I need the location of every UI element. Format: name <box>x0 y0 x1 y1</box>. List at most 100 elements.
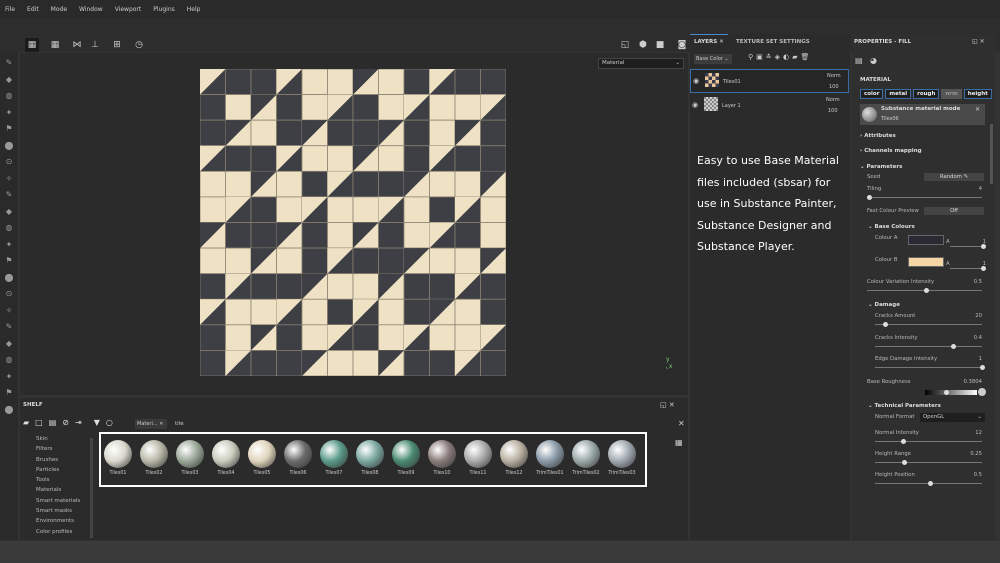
opacity[interactable]: 100 <box>829 84 839 90</box>
fast-preview-toggle[interactable]: Off <box>924 207 984 215</box>
grid-icon[interactable]: ▦ <box>25 38 39 52</box>
section-damage[interactable]: ⌄ Damage <box>868 302 900 308</box>
shelf-category[interactable]: Materials <box>36 487 80 497</box>
tool-icon[interactable]: ⊙ <box>4 289 14 299</box>
menu-window[interactable]: Window <box>79 6 103 13</box>
menu-file[interactable]: File <box>5 6 15 13</box>
calendar-icon[interactable]: ▤ <box>49 418 57 427</box>
material-item[interactable]: Tiles03 <box>175 440 205 476</box>
section-parameters[interactable]: ⌄ Parameters <box>860 164 902 170</box>
shelf-category[interactable]: Color profiles <box>36 529 80 539</box>
tool-icon[interactable]: ◆ <box>4 75 14 85</box>
shelf-category[interactable]: Smart masks <box>36 508 80 518</box>
camera-icon[interactable]: ■ <box>653 38 667 52</box>
colour_a-swatch[interactable] <box>908 235 944 245</box>
material-item[interactable]: Tiles06 <box>283 440 313 476</box>
filter-icon[interactable]: ▼ <box>94 418 100 427</box>
material-item[interactable]: Tiles04 <box>211 440 241 476</box>
normal-format-select[interactable]: OpenGL ⌄ <box>920 413 985 422</box>
tool-icon[interactable]: ◍ <box>4 355 14 365</box>
shelf-category[interactable]: Tools <box>36 477 80 487</box>
slider-knob[interactable] <box>883 322 889 327</box>
align-icon[interactable]: ⊥ <box>88 38 102 52</box>
slider-knob[interactable] <box>927 481 933 486</box>
layer-row[interactable]: ◉ Layer 1 Norm 100 <box>690 94 849 118</box>
viewport-display-select[interactable]: Material ⌄ <box>598 58 684 69</box>
material-item[interactable]: Tiles01 <box>103 440 133 476</box>
blend-mode[interactable]: Norm <box>826 97 840 103</box>
menu-mode[interactable]: Mode <box>51 6 67 13</box>
panel-controls[interactable]: ◱ ✕ <box>972 38 985 45</box>
section-base_colours[interactable]: ⌄ Base Colours <box>868 224 915 230</box>
tool-icon[interactable]: ✧ <box>4 174 14 184</box>
material-item[interactable]: TrimTiles02 <box>571 440 601 476</box>
colour_variation-slider[interactable] <box>867 288 982 293</box>
height_range-slider[interactable] <box>875 460 982 465</box>
tool-icon[interactable]: ⚑ <box>4 256 14 266</box>
filter-tab[interactable]: Materi... ✕ <box>135 419 167 429</box>
colour_b-alpha-slider[interactable] <box>950 266 986 271</box>
seed-random-button[interactable]: Random ✎ <box>924 173 984 181</box>
tool-icon[interactable]: ◍ <box>4 223 14 233</box>
tool-icon[interactable]: ✎ <box>4 190 14 200</box>
tool-icon[interactable]: ⊙ <box>4 157 14 167</box>
material-tab-icon[interactable]: ◕ <box>870 56 877 65</box>
cracks_intensity-slider[interactable] <box>875 344 982 349</box>
shelf-category[interactable]: Skin <box>36 436 80 446</box>
tiling-slider[interactable] <box>867 195 982 200</box>
tool-icon[interactable]: ✦ <box>4 372 14 382</box>
base-roughness-slider[interactable] <box>925 390 977 395</box>
menu-plugins[interactable]: Plugins <box>153 6 175 13</box>
shelf-category[interactable]: Smart materials <box>36 498 80 508</box>
menu-edit[interactable]: Edit <box>27 6 39 13</box>
shelf-category[interactable]: Particles <box>36 467 80 477</box>
material-item[interactable]: Tiles12 <box>499 440 529 476</box>
tab-layers[interactable]: LAYERS <box>694 39 717 45</box>
refresh-icon[interactable]: ○ <box>106 418 113 427</box>
shelf-category[interactable]: Filters <box>36 446 80 456</box>
shelf-search-input[interactable]: tile <box>175 421 184 427</box>
settings-tab-icon[interactable]: ▤ <box>855 56 863 65</box>
tool-icon[interactable]: ⬤ <box>4 273 14 283</box>
material-item[interactable]: Tiles07 <box>319 440 349 476</box>
material-item[interactable]: Tiles11 <box>463 440 493 476</box>
scrollbar[interactable] <box>990 124 993 184</box>
new-icon[interactable]: □ <box>35 418 43 427</box>
grid-alt-icon[interactable]: ▦ <box>48 38 62 52</box>
slider-knob[interactable] <box>980 365 985 370</box>
import-icon[interactable]: ⇥ <box>75 418 82 427</box>
material-item[interactable]: Tiles02 <box>139 440 169 476</box>
add-icon[interactable]: ⊞ <box>110 38 124 52</box>
channel-nrm[interactable]: nrm <box>941 89 962 99</box>
layer-row[interactable]: ◉ Tiles01 Norm 100 <box>690 69 849 93</box>
tool-icon[interactable]: ⚑ <box>4 124 14 134</box>
shelf-category[interactable]: Brushes <box>36 457 80 467</box>
folder-icon[interactable]: ▰ <box>23 418 29 427</box>
menu-help[interactable]: Help <box>187 6 201 13</box>
material-item[interactable]: Tiles05 <box>247 440 277 476</box>
material-item[interactable]: TrimTiles03 <box>607 440 637 476</box>
colour_a-alpha-slider[interactable] <box>950 244 986 249</box>
tool-icon[interactable]: ◆ <box>4 339 14 349</box>
cracks_amount-slider[interactable] <box>875 322 982 327</box>
color-picker-icon[interactable] <box>978 388 986 396</box>
eye-icon[interactable]: ◉ <box>692 101 698 109</box>
tool-icon[interactable]: ◍ <box>4 91 14 101</box>
eye-icon[interactable]: ◉ <box>693 77 699 85</box>
tool-icon[interactable]: ✦ <box>4 240 14 250</box>
tool-icon[interactable]: ✎ <box>4 322 14 332</box>
opacity[interactable]: 100 <box>828 108 838 114</box>
channel-color[interactable]: color <box>860 89 884 99</box>
scrollbar[interactable] <box>90 438 93 538</box>
hide-icon[interactable]: ⊘ <box>62 418 69 427</box>
tool-icon[interactable]: ✧ <box>4 306 14 316</box>
clear-search-icon[interactable]: ✕ <box>678 419 685 428</box>
edge_damage-slider[interactable] <box>875 365 985 370</box>
tool-icon[interactable]: ✦ <box>4 108 14 118</box>
material-item[interactable]: Tiles10 <box>427 440 457 476</box>
channel-rough[interactable]: rough <box>913 89 940 99</box>
channel-height[interactable]: height <box>963 89 992 99</box>
tool-icon[interactable]: ✎ <box>4 58 14 68</box>
slider-knob[interactable] <box>902 460 908 465</box>
tab-texture-set-settings[interactable]: TEXTURE SET SETTINGS <box>736 39 810 45</box>
